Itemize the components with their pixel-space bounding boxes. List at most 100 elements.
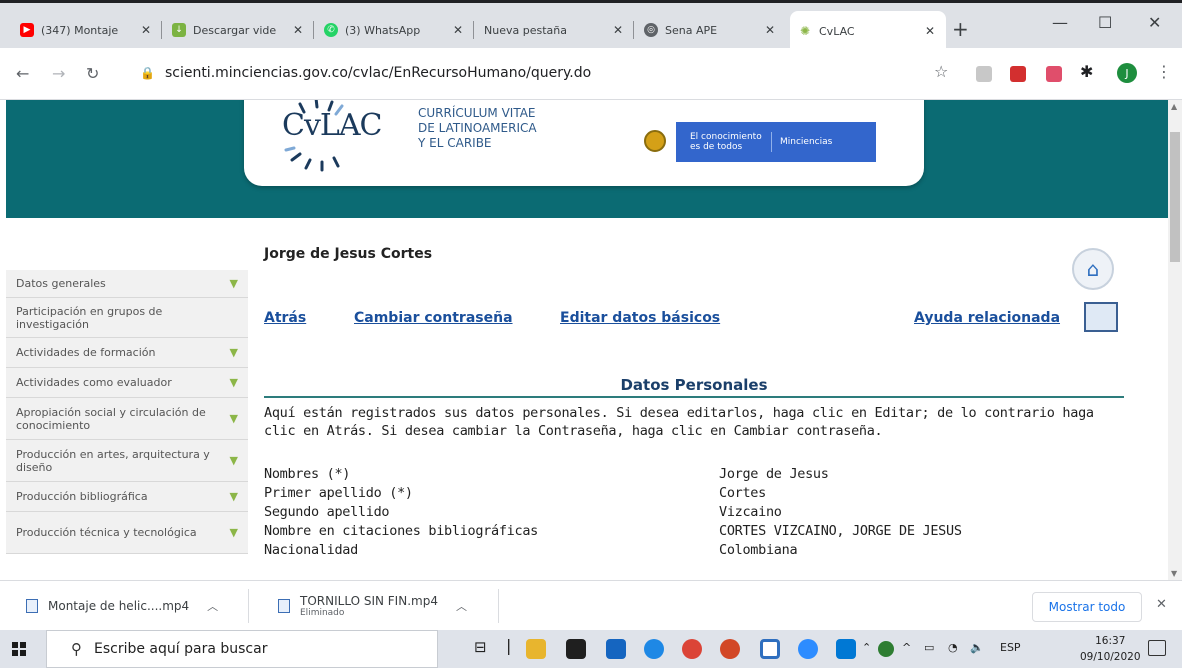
tab-divider [633,21,634,39]
close-icon[interactable]: ✕ [1156,597,1167,612]
close-window-icon[interactable]: ✕ [1148,13,1161,32]
pdf-extension-icon[interactable] [976,66,992,82]
help-tray-icon[interactable] [878,641,894,657]
mail-icon[interactable] [606,639,626,659]
clock-time: 16:37 [1095,635,1126,647]
powerpoint-icon[interactable] [720,639,740,659]
kebab-menu-icon[interactable]: ⋮ [1156,62,1172,81]
chevron-up-icon[interactable]: ⌃ [862,641,871,654]
task-view-icon[interactable]: ⊟ [474,638,487,656]
field-label: Primer apellido (*) [264,485,413,501]
sidebar-item-datos-generales[interactable]: Datos generales ▼ [6,270,248,298]
tab-youtube[interactable]: ▶ (347) Montaje ✕ [12,13,162,47]
download-item[interactable]: Montaje de helic....mp4 ︿ [26,589,218,623]
browser-toolbar: ← → ↻ 🔒 scienti.minciencias.gov.co/cvlac… [0,48,1182,100]
help-link[interactable]: Ayuda relacionada [914,310,1060,326]
reload-icon[interactable]: ↻ [86,64,99,83]
subtitle-line: CURRÍCULUM VITAE [418,106,536,120]
store-icon[interactable] [566,639,586,659]
tab-sena[interactable]: ◎ Sena APE ✕ [636,13,786,47]
lock-icon: 🔒 [140,66,155,80]
tab-nueva[interactable]: Nueva pestaña ✕ [476,13,634,47]
sidebar-item-label: Apropiación social y circulación de cono… [16,405,206,432]
file-explorer-icon[interactable] [526,639,546,659]
field-value: Vizcaino [719,504,782,520]
edit-basic-data-link[interactable]: Editar datos básicos [560,310,720,326]
close-tab-icon[interactable]: ✕ [290,23,306,37]
download-item[interactable]: TORNILLO SIN FIN.mp4 Eliminado ︿ [278,589,467,623]
youtube-icon: ▶ [20,23,34,37]
taskbar-search-input[interactable]: ⚲ Escribe aquí para buscar [46,630,438,668]
sidebar-item-grupos[interactable]: Participación en grupos de investigación [6,298,248,338]
sidebar-item-evaluador[interactable]: Actividades como evaluador ▼ [6,368,248,398]
notification-center-icon[interactable] [1148,640,1166,656]
chevron-down-icon: ▼ [229,489,238,503]
show-hidden-icons-icon[interactable]: ^ [902,641,911,654]
sidebar-item-label: Producción en artes, arquitectura y dise… [16,447,210,474]
close-tab-icon[interactable]: ✕ [610,23,626,37]
field-value: CORTES VIZCAINO, JORGE DE JESUS [719,523,962,539]
sidebar-item-label: Actividades como evaluador [16,376,172,389]
puzzle-extensions-icon[interactable]: ✱ [1080,62,1093,81]
colombia-emblem-icon [644,130,666,152]
close-tab-icon[interactable]: ✕ [762,23,778,37]
clock[interactable]: 16:37 09/10/2020 [1080,633,1141,665]
globe-icon: ◎ [644,23,658,37]
minimize-icon[interactable]: — [1052,13,1068,32]
data-row: Nombres (*) Jorge de Jesus [264,466,1124,485]
sidebar-item-tecnica[interactable]: Producción técnica y tecnológica ▼ [6,512,248,554]
subtitle-line: Y EL CARIBE [418,136,492,150]
divider: | [506,636,512,655]
windows-start-icon[interactable] [12,642,26,656]
data-row: Nacionalidad Colombiana [264,542,1124,561]
wifi-icon[interactable]: ◔ [948,641,958,654]
back-link[interactable]: Atrás [264,310,306,326]
scroll-up-arrow-icon[interactable]: ▲ [1171,102,1177,111]
edge-icon[interactable] [644,639,664,659]
close-tab-icon[interactable]: ✕ [922,24,938,38]
scroll-down-arrow-icon[interactable]: ▼ [1171,569,1177,578]
divider [498,589,499,623]
chrome-icon[interactable] [682,639,702,659]
downloads-shelf: Montaje de helic....mp4 ︿ TORNILLO SIN F… [0,580,1182,630]
sidebar-item-bibliografica[interactable]: Producción bibliográfica ▼ [6,482,248,512]
show-all-button[interactable]: Mostrar todo [1032,592,1142,622]
sidebar-item-formacion[interactable]: Actividades de formación ▼ [6,338,248,368]
profile-avatar[interactable]: J [1117,63,1137,83]
intro-text: Aquí están registrados sus datos persona… [264,405,1094,439]
address-bar[interactable]: 🔒 scienti.minciencias.gov.co/cvlac/EnRec… [140,58,950,88]
language-indicator[interactable]: ESP [1000,641,1021,654]
data-row: Nombre en citaciones bibliográficas CORT… [264,523,1124,542]
zoom-icon[interactable] [760,639,780,659]
windows-taskbar: ⚲ Escribe aquí para buscar ⊟ | ⌃ ^ ▭ ◔ 🔈… [0,630,1182,668]
maximize-icon[interactable]: ☐ [1098,13,1112,32]
home-icon[interactable]: ⌂ [1072,248,1114,290]
tab-whatsapp[interactable]: ✆ (3) WhatsApp ✕ [316,13,474,47]
close-tab-icon[interactable]: ✕ [450,23,466,37]
page-scrollbar[interactable]: ▲ ▼ [1168,100,1182,580]
change-password-link[interactable]: Cambiar contraseña [354,310,513,326]
acrobat-extension-icon[interactable] [1010,66,1026,82]
video-file-icon [278,599,290,613]
tab-descargar[interactable]: ↓ Descargar vide ✕ [164,13,314,47]
sidebar-item-artes[interactable]: Producción en artes, arquitectura y dise… [6,440,248,482]
video-app-icon[interactable] [798,639,818,659]
tab-cvlac[interactable]: ✺ CvLAC ✕ [790,11,946,51]
chevron-up-icon[interactable]: ︿ [456,598,467,614]
sidebar-item-apropiacion[interactable]: Apropiación social y circulación de cono… [6,398,248,440]
battery-icon[interactable]: ▭ [924,641,934,654]
forward-arrow-icon[interactable]: → [52,64,65,83]
field-label: Nacionalidad [264,542,358,558]
scroll-thumb[interactable] [1170,132,1180,262]
outlook-icon[interactable] [836,639,856,659]
chevron-up-icon[interactable]: ︿ [207,598,218,614]
chevron-down-icon: ▼ [229,276,238,290]
action-links: Atrás Cambiar contraseña Editar datos bá… [264,310,1124,334]
pocket-extension-icon[interactable] [1046,66,1062,82]
bookmark-star-icon[interactable]: ☆ [934,62,948,81]
close-tab-icon[interactable]: ✕ [138,23,154,37]
help-document-icon[interactable] [1084,302,1118,332]
volume-icon[interactable]: 🔈 [970,641,984,654]
back-arrow-icon[interactable]: ← [16,64,29,83]
new-tab-plus-icon[interactable]: + [952,17,969,41]
